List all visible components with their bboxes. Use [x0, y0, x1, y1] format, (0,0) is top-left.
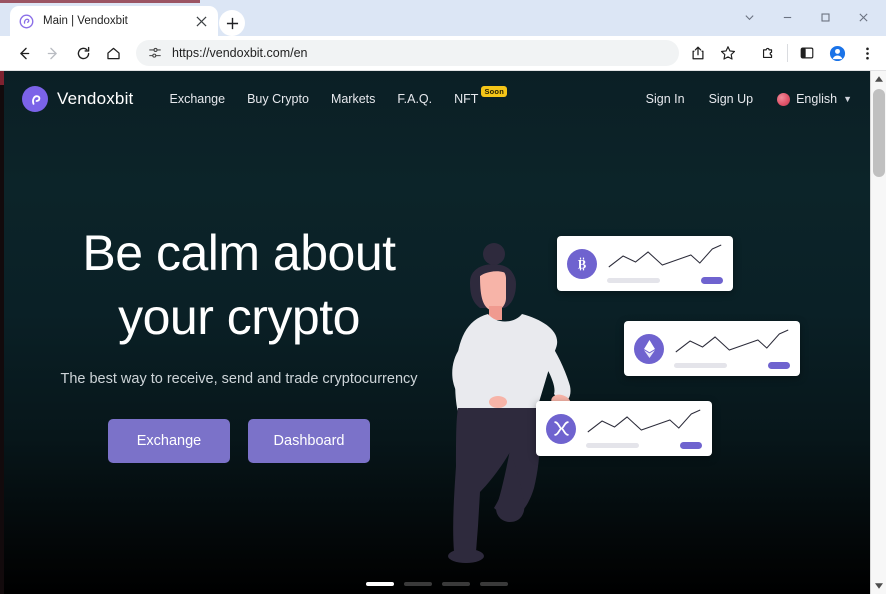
reload-icon[interactable]: [68, 38, 98, 68]
ethereum-icon: [634, 333, 664, 364]
crypto-card-bitcoin[interactable]: B: [557, 236, 733, 291]
card-action-pill[interactable]: [768, 362, 790, 369]
viewport-left-edge: [0, 71, 4, 594]
hero-section: Vendoxbit Exchange Buy Crypto Markets F.…: [4, 71, 870, 594]
new-tab-button[interactable]: [219, 10, 245, 36]
close-window-icon[interactable]: [844, 0, 882, 34]
sparkline-chart: [608, 244, 722, 268]
scrollbar-thumb[interactable]: [873, 89, 885, 177]
carousel-dot-2[interactable]: [404, 582, 432, 586]
scroll-up-arrow-icon[interactable]: [871, 71, 886, 87]
nav-right-actions: Sign In Sign Up English ▼: [646, 92, 852, 106]
scroll-down-arrow-icon[interactable]: [871, 578, 886, 594]
nav-link-nft[interactable]: NFT Soon: [454, 86, 507, 106]
hero-cta-group: Exchange Dashboard: [4, 419, 474, 463]
dashboard-button[interactable]: Dashboard: [248, 419, 370, 463]
site-settings-icon[interactable]: [146, 46, 164, 60]
browser-window: Main | Vendoxbit https://vendoxbit.com/e…: [0, 0, 886, 594]
card-body: [674, 328, 790, 369]
viewport-edge-accent: [0, 71, 4, 85]
card-placeholder-bar: [674, 363, 728, 368]
hero-content: Be calm about your crypto The best way t…: [4, 221, 474, 463]
chevron-down-icon: ▼: [843, 94, 852, 104]
three-dot-menu-icon[interactable]: [852, 38, 882, 68]
carousel-indicators: [4, 582, 870, 586]
crypto-card-xrp[interactable]: [536, 401, 712, 456]
profile-avatar-icon[interactable]: [822, 38, 852, 68]
chevron-down-icon[interactable]: [730, 0, 768, 34]
site-brand-name: Vendoxbit: [57, 89, 134, 108]
site-navigation: Vendoxbit Exchange Buy Crypto Markets F.…: [4, 71, 870, 127]
close-icon[interactable]: [192, 12, 210, 30]
card-placeholder-bar: [607, 278, 661, 283]
sign-in-link[interactable]: Sign In: [646, 92, 685, 106]
hero-subheading: The best way to receive, send and trade …: [60, 371, 418, 387]
language-label: English: [796, 92, 838, 106]
page-viewport: Vendoxbit Exchange Buy Crypto Markets F.…: [0, 71, 886, 594]
card-footer: [586, 442, 702, 449]
toolbar-divider: [787, 44, 788, 62]
soon-badge: Soon: [481, 86, 507, 97]
page-scrollbar[interactable]: [870, 71, 886, 594]
nav-link-faq[interactable]: F.A.Q.: [397, 92, 432, 106]
nav-link-nft-label: NFT: [454, 92, 479, 106]
crypto-card-ethereum[interactable]: [624, 321, 800, 376]
site-logo[interactable]: Vendoxbit: [22, 86, 133, 112]
title-bar-accent: [0, 0, 200, 3]
xrp-icon: [546, 413, 576, 444]
address-bar[interactable]: https://vendoxbit.com/en: [136, 40, 679, 66]
sparkline-chart: [675, 329, 789, 353]
card-footer: [674, 362, 790, 369]
home-icon[interactable]: [98, 38, 128, 68]
toolbar-right-actions: [683, 38, 886, 68]
puzzle-piece-icon[interactable]: [753, 38, 783, 68]
nav-link-exchange[interactable]: Exchange: [169, 92, 225, 106]
card-placeholder-bar: [586, 443, 640, 448]
forward-arrow-icon[interactable]: [38, 38, 68, 68]
address-bar-url: https://vendoxbit.com/en: [172, 46, 308, 60]
hero-heading-line-2: your crypto: [118, 289, 360, 345]
hero-illustration: B: [444, 236, 844, 566]
card-action-pill[interactable]: [680, 442, 702, 449]
star-icon[interactable]: [713, 38, 743, 68]
window-controls: [730, 0, 882, 34]
language-selector[interactable]: English ▼: [777, 92, 852, 106]
card-action-pill[interactable]: [701, 277, 723, 284]
globe-icon: [777, 92, 791, 106]
minimize-icon[interactable]: [768, 0, 806, 34]
back-arrow-icon[interactable]: [8, 38, 38, 68]
side-panel-icon[interactable]: [792, 38, 822, 68]
svg-text:B: B: [578, 257, 587, 271]
sparkline-chart: [587, 409, 701, 433]
sign-up-link[interactable]: Sign Up: [709, 92, 753, 106]
nav-links: Exchange Buy Crypto Markets F.A.Q. NFT S…: [169, 86, 507, 106]
hero-heading: Be calm about your crypto: [4, 221, 474, 349]
carousel-dot-3[interactable]: [442, 582, 470, 586]
vendoxbit-logo-icon: [22, 86, 48, 112]
card-body: [607, 243, 723, 284]
exchange-button[interactable]: Exchange: [108, 419, 230, 463]
bitcoin-icon: B: [567, 248, 597, 279]
nav-link-markets[interactable]: Markets: [331, 92, 375, 106]
vendoxbit-logo-icon: [18, 13, 34, 29]
hero-heading-line-1: Be calm about: [82, 225, 396, 281]
card-body: [586, 408, 702, 449]
share-icon[interactable]: [683, 38, 713, 68]
browser-title-bar: Main | Vendoxbit: [0, 0, 886, 36]
carousel-dot-1[interactable]: [366, 582, 394, 586]
carousel-dot-4[interactable]: [480, 582, 508, 586]
maximize-icon[interactable]: [806, 0, 844, 34]
browser-toolbar: https://vendoxbit.com/en: [0, 36, 886, 71]
card-footer: [607, 277, 723, 284]
nav-link-buy-crypto[interactable]: Buy Crypto: [247, 92, 309, 106]
browser-tab[interactable]: Main | Vendoxbit: [10, 6, 218, 36]
tab-title: Main | Vendoxbit: [43, 15, 128, 27]
